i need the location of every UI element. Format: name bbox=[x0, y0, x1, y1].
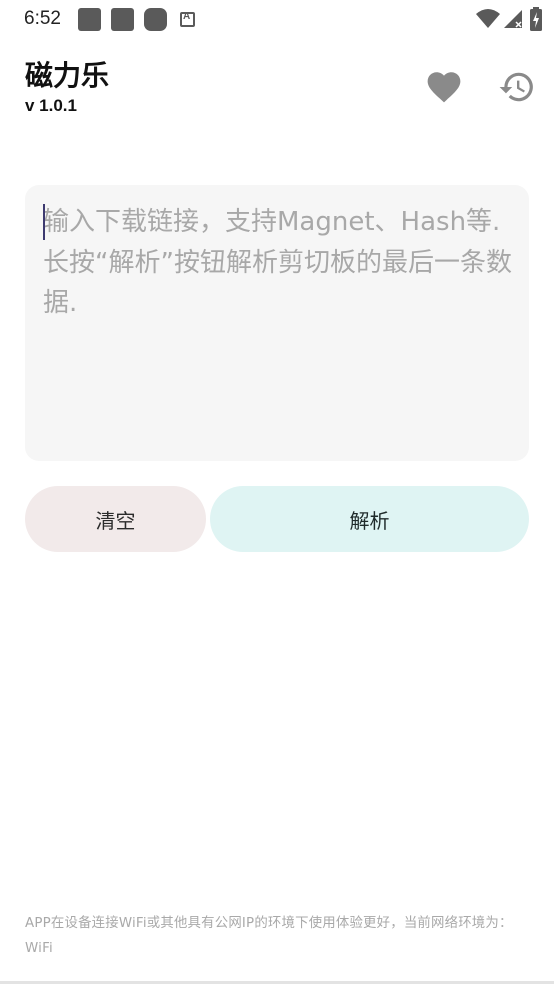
history-icon bbox=[499, 72, 533, 102]
parse-button[interactable]: 解析 bbox=[210, 486, 529, 552]
notification-icons bbox=[77, 7, 195, 31]
link-input-placeholder: 输入下载链接，支持Magnet、Hash等. 长按“解析”按钮解析剪切板的最后一… bbox=[43, 207, 512, 318]
clear-button[interactable]: 清空 bbox=[25, 486, 206, 552]
app-notification-icon bbox=[77, 7, 101, 31]
battery-charging-icon bbox=[530, 7, 542, 31]
main-screen: 6:52 磁力乐 v 1.0.1 bbox=[0, 0, 554, 984]
cell-signal-icon bbox=[504, 10, 522, 28]
system-icons bbox=[476, 6, 544, 32]
app-notification-icon bbox=[110, 7, 134, 31]
text-cursor bbox=[43, 204, 45, 240]
history-button[interactable] bbox=[497, 68, 537, 106]
status-time: 6:52 bbox=[24, 8, 61, 29]
app-notification-icon bbox=[143, 7, 167, 31]
app-version: v 1.0.1 bbox=[25, 96, 77, 115]
favorites-button[interactable] bbox=[424, 68, 464, 104]
keyboard-a-icon bbox=[179, 11, 195, 27]
status-bar: 6:52 bbox=[0, 0, 554, 38]
wifi-icon bbox=[476, 9, 500, 28]
heart-icon bbox=[427, 72, 461, 103]
network-status-note: APP在设备连接WiFi或其他具有公网IP的环境下使用体验更好，当前网络环境为：… bbox=[25, 916, 513, 956]
app-title: 磁力乐 bbox=[25, 59, 110, 92]
